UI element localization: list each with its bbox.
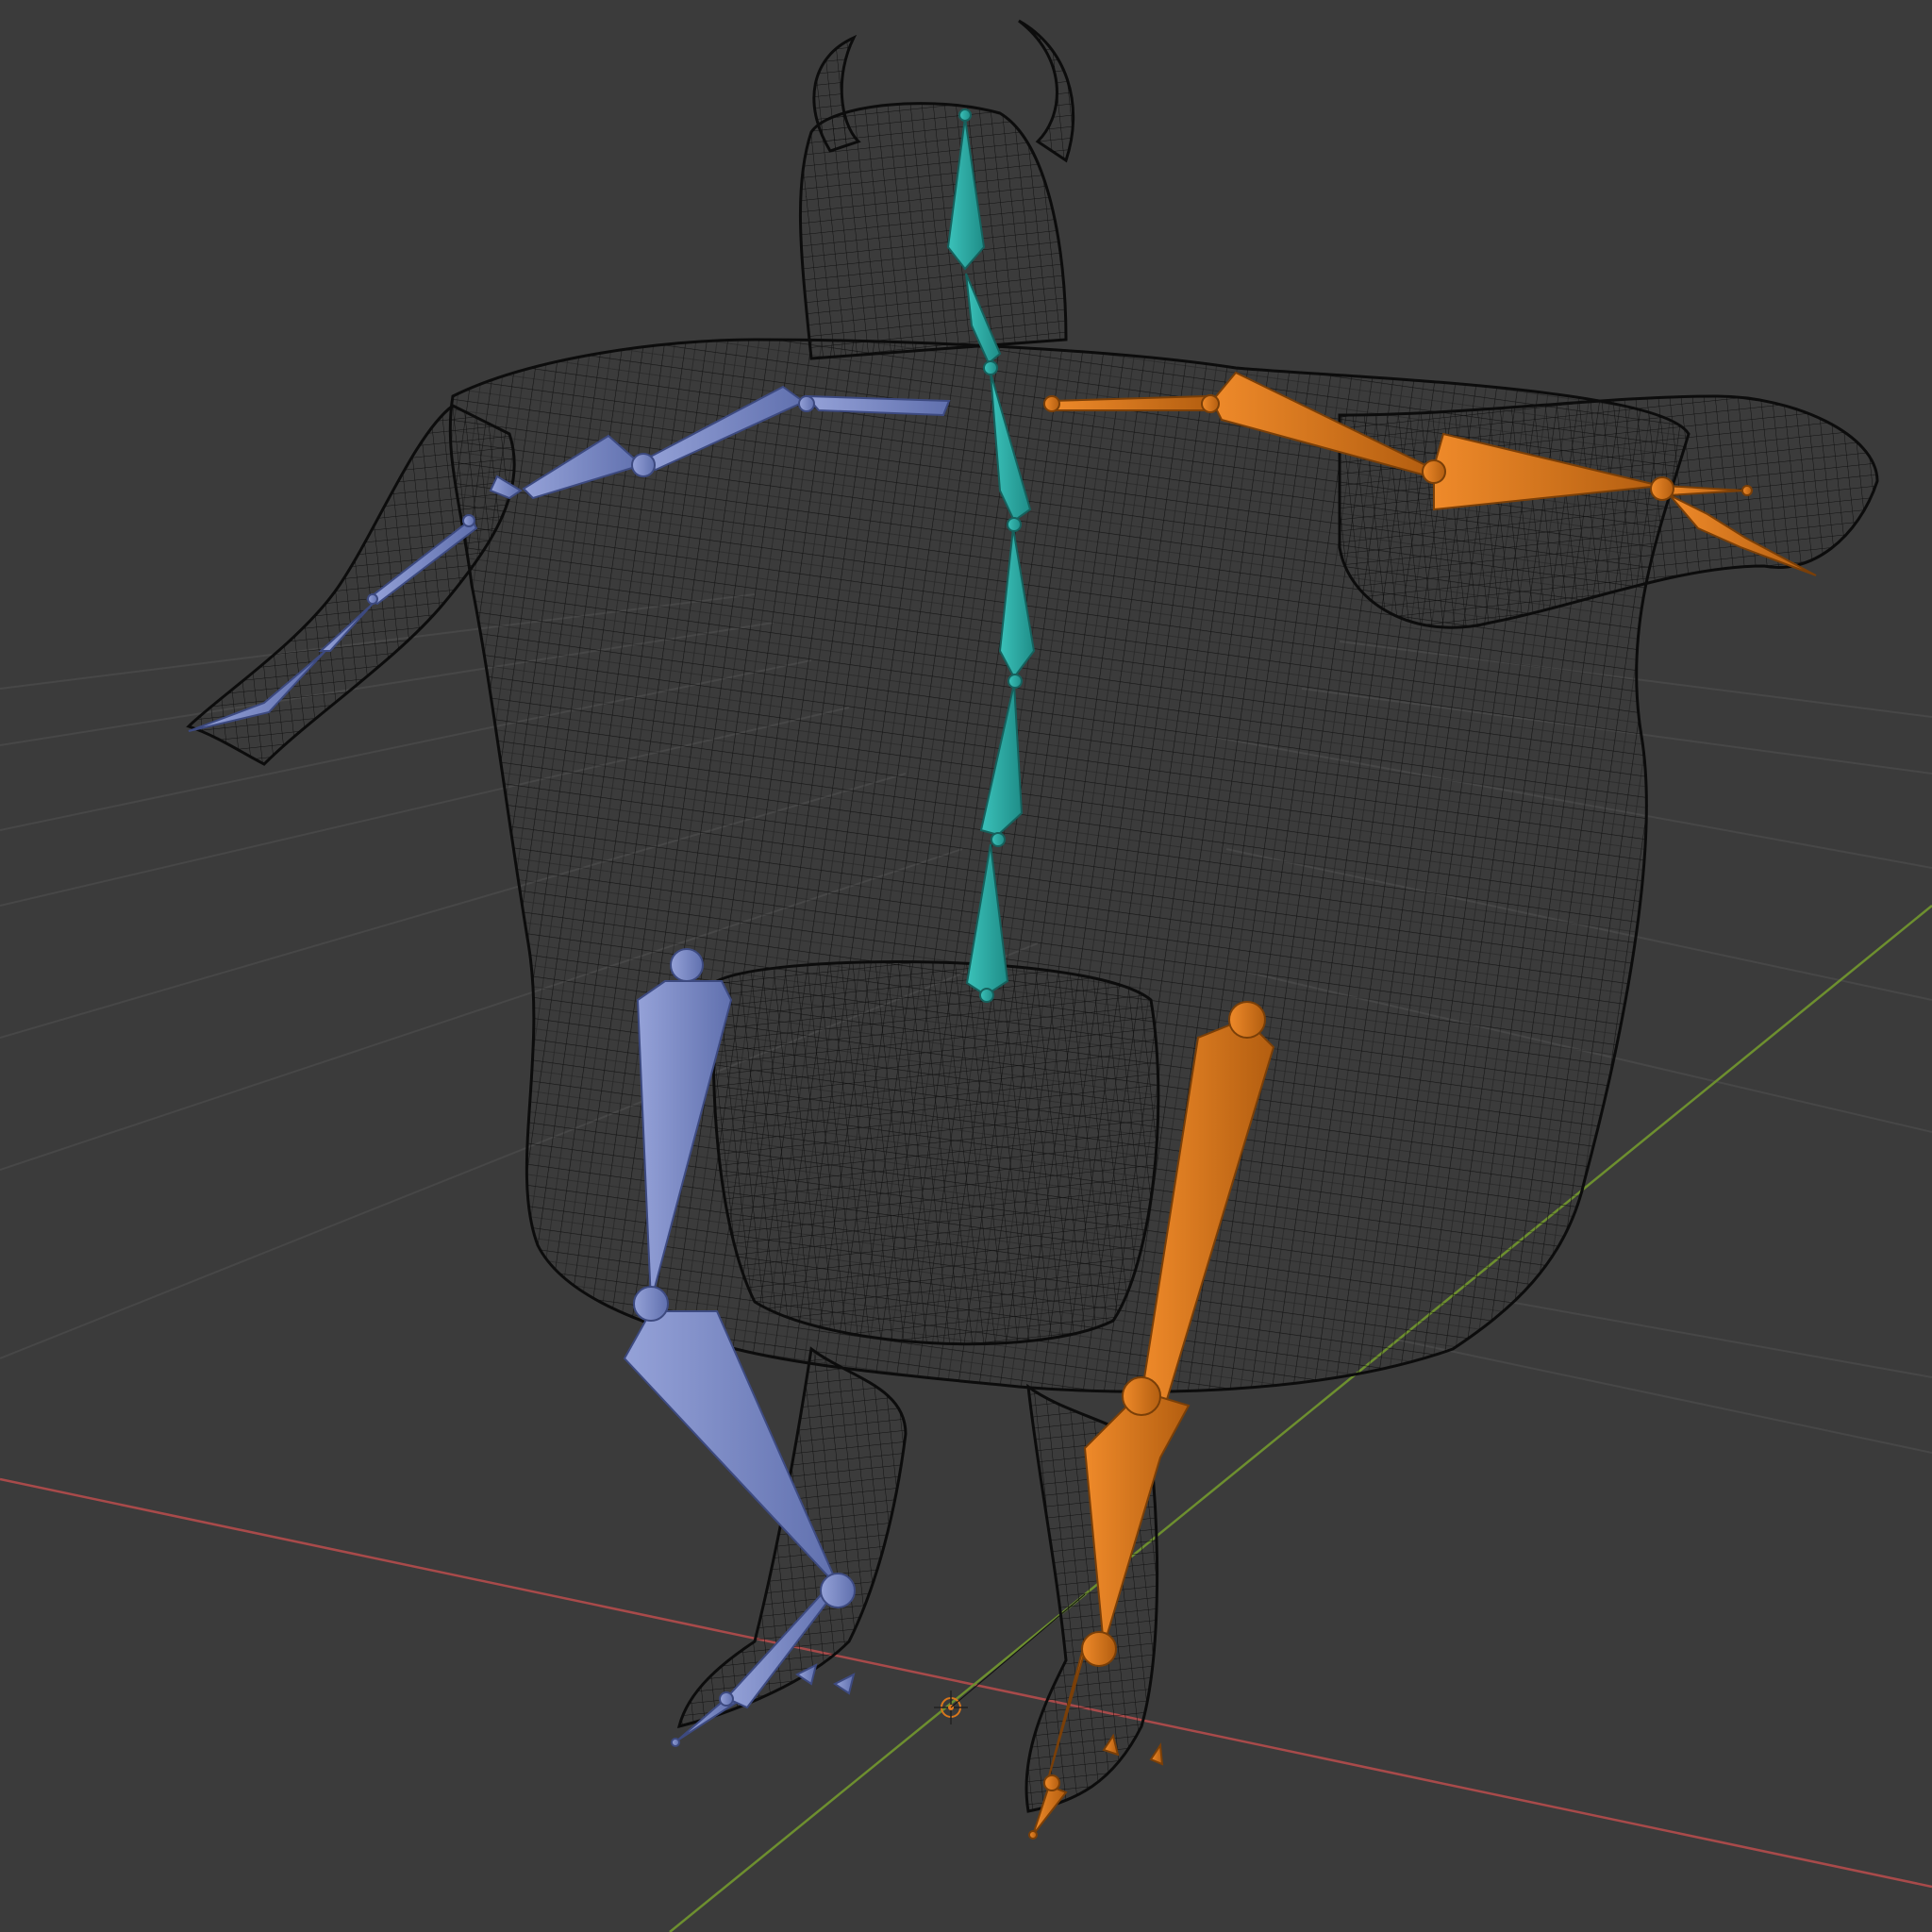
right-foot-joint[interactable] — [1043, 1774, 1060, 1791]
chest-joint[interactable] — [1007, 517, 1022, 532]
neck-joint[interactable] — [983, 360, 998, 375]
viewport-scene[interactable] — [0, 0, 1932, 1932]
right-hip-joint[interactable] — [1228, 1001, 1266, 1039]
left-hip-joint[interactable] — [670, 948, 704, 982]
left-shoulder-joint[interactable] — [798, 395, 815, 412]
character-mesh[interactable] — [186, 19, 1879, 1813]
right-hand-joint[interactable] — [1741, 485, 1753, 496]
3d-viewport[interactable] — [0, 0, 1932, 1932]
right-knee-joint[interactable] — [1122, 1376, 1161, 1416]
spine-joint-2[interactable] — [991, 832, 1006, 847]
head-joint[interactable] — [958, 108, 972, 122]
right-toe-bone-3[interactable] — [1149, 1742, 1164, 1766]
left-knee-joint[interactable] — [633, 1286, 669, 1322]
left-toe-bone-3[interactable] — [833, 1673, 856, 1695]
left-ankle-joint[interactable] — [820, 1573, 856, 1608]
left-wrist-joint[interactable] — [462, 514, 475, 527]
right-forearm-joint[interactable] — [1422, 459, 1446, 484]
right-toe-joint[interactable] — [1028, 1830, 1038, 1840]
right-shoulder-joint[interactable] — [1043, 395, 1060, 412]
left-horn-mesh — [812, 34, 861, 153]
left-arm-mesh — [186, 404, 516, 766]
spine-joint-1[interactable] — [1008, 674, 1023, 689]
pelvis-joint[interactable] — [979, 988, 994, 1003]
left-hand-joint[interactable] — [367, 593, 378, 605]
pelvis-mesh — [711, 960, 1160, 1346]
x-axis-line — [0, 1477, 1932, 1889]
right-arm-mesh — [1338, 394, 1879, 629]
left-toe-joint[interactable] — [671, 1738, 680, 1747]
left-elbow-joint[interactable] — [631, 453, 656, 477]
right-wrist-joint[interactable] — [1650, 476, 1674, 501]
left-foot-joint[interactable] — [719, 1691, 734, 1707]
right-ankle-joint[interactable] — [1081, 1631, 1117, 1667]
right-elbow-joint[interactable] — [1201, 394, 1220, 413]
